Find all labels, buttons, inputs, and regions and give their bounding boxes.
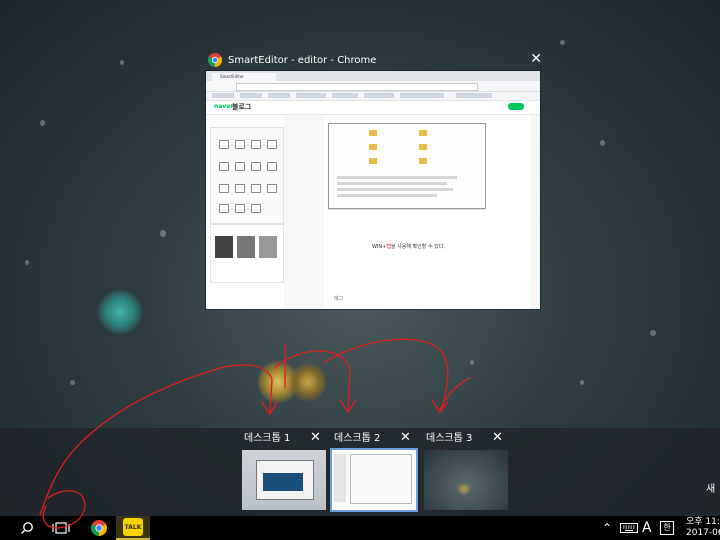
rain-drop	[120, 60, 124, 65]
input-mode-indicator[interactable]: A	[642, 516, 652, 540]
clock-time: 오후 11:	[686, 517, 720, 527]
window-title: SmartEditor - editor - Chrome	[228, 55, 377, 66]
clock-date: 2017-06	[686, 528, 720, 538]
editor-header: naver 블로그	[206, 100, 540, 115]
korean-ime-button[interactable]: 한	[660, 516, 674, 540]
desktop-2-label: 데스크톱 2	[334, 433, 381, 444]
rain-drop	[600, 140, 605, 146]
address-bar	[206, 81, 540, 92]
search-button[interactable]	[10, 516, 44, 540]
bokeh-light	[98, 290, 142, 334]
desktop-2-thumbnail[interactable]	[330, 448, 418, 512]
desktop-1-thumbnail[interactable]	[242, 450, 326, 510]
search-icon	[20, 522, 33, 535]
blog-label: 블로그	[232, 103, 252, 111]
rain-drop	[160, 230, 166, 237]
desktop-1-label: 데스크톱 1	[244, 433, 291, 444]
embedded-screenshot	[328, 123, 486, 209]
task-view-button[interactable]	[44, 516, 78, 540]
kakaotalk-taskbar-button[interactable]: TALK	[116, 516, 150, 540]
rain-drop	[580, 380, 584, 385]
rain-drop	[560, 40, 565, 45]
library-panel	[210, 223, 284, 283]
rain-drop	[40, 120, 45, 126]
inline-toolbar	[328, 209, 484, 218]
browser-tab-bar: SmartEditor	[206, 71, 540, 81]
publish-button	[508, 103, 524, 110]
naver-logo: naver	[214, 103, 234, 110]
rain-drop	[25, 260, 29, 265]
keyboard-icon	[620, 523, 638, 533]
show-hidden-icons-button[interactable]: ⌃	[602, 516, 612, 540]
rain-drop	[70, 380, 75, 385]
close-window-button[interactable]: ✕	[530, 50, 542, 68]
editor-body-text: WIN+탭을 사용해 확인할 수 있다.	[372, 244, 445, 250]
kakaotalk-icon: TALK	[123, 518, 143, 536]
editor-tools-panel	[210, 127, 284, 225]
editor-canvas: WIN+탭을 사용해 확인할 수 있다. 태그	[284, 115, 540, 309]
desktop-3-thumbnail[interactable]	[424, 450, 508, 510]
window-title-bar[interactable]: SmartEditor - editor - Chrome ✕	[208, 50, 548, 70]
desktop-3-label: 데스크톱 3	[426, 433, 473, 444]
rain-drop	[470, 360, 474, 365]
taskbar-clock[interactable]: 오후 11: 2017-06	[686, 517, 720, 539]
task-view-icon	[52, 522, 70, 534]
close-desktop-1-button[interactable]: ✕	[310, 430, 321, 446]
touch-keyboard-button[interactable]	[620, 516, 638, 540]
tag-label: 태그	[334, 296, 344, 302]
new-desktop-label[interactable]: 새	[706, 480, 715, 495]
window-preview[interactable]: SmartEditor naver 블로그 WIN+탭을 사용해 확인할 수 있…	[206, 71, 540, 309]
chrome-icon	[208, 53, 222, 67]
browser-tab: SmartEditor	[212, 73, 276, 81]
bokeh-light	[290, 362, 326, 402]
close-desktop-2-button[interactable]: ✕	[400, 430, 411, 446]
chrome-taskbar-button[interactable]	[82, 516, 116, 540]
rain-drop	[650, 330, 656, 336]
chrome-icon	[91, 520, 107, 536]
close-desktop-3-button[interactable]: ✕	[492, 430, 503, 446]
